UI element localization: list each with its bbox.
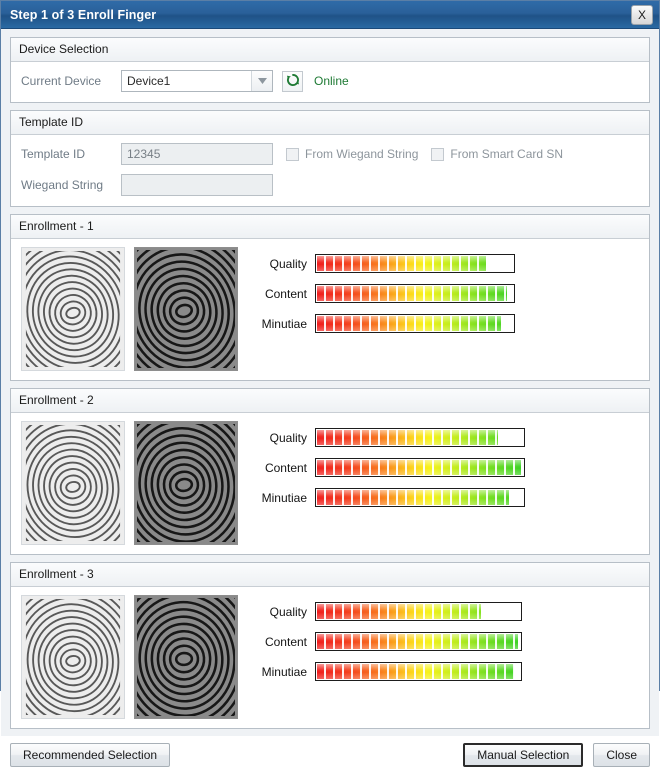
- meter-fill: [317, 490, 509, 505]
- meter-row: Content: [251, 457, 639, 478]
- meter-fill: [317, 316, 502, 331]
- device-selection-body: Current Device Device1 Online: [11, 62, 649, 102]
- template-id-body: Template ID From Wiegand String From Sma…: [11, 135, 649, 206]
- quality-meters: Quality Content Minutiae: [251, 247, 639, 334]
- meter-fill: [317, 604, 482, 619]
- meter-fill: [317, 286, 508, 301]
- meter-row: Content: [251, 631, 639, 652]
- current-device-row: Current Device Device1 Online: [21, 70, 639, 92]
- meter-label: Quality: [269, 430, 307, 445]
- meter-fill: [317, 256, 486, 271]
- meter-row: Content: [251, 283, 639, 304]
- enrollment-group: Enrollment - 2 Quality Content Minutiae: [10, 388, 650, 555]
- meter-row: Quality: [251, 427, 639, 448]
- enrollment-title: Enrollment - 2: [11, 389, 649, 413]
- template-id-label: Template ID: [21, 147, 86, 161]
- wiegand-string-label: Wiegand String: [21, 178, 104, 192]
- from-smartcard-checkbox[interactable]: From Smart Card SN: [431, 147, 563, 161]
- meter-fill: [317, 430, 499, 445]
- enrollment-body: Quality Content Minutiae: [11, 587, 649, 728]
- refresh-device-button[interactable]: [282, 70, 303, 92]
- close-button[interactable]: Close: [593, 743, 650, 767]
- meter-label: Minutiae: [261, 490, 307, 505]
- enrollment-body: Quality Content Minutiae: [11, 413, 649, 554]
- close-window-button[interactable]: X: [631, 4, 653, 25]
- meter-label: Content: [264, 286, 307, 301]
- checkbox-box: [286, 147, 299, 161]
- meter-row: Quality: [251, 253, 639, 274]
- checkbox-box: [431, 147, 445, 161]
- meter-fill: [317, 664, 514, 679]
- template-id-input[interactable]: [121, 143, 273, 165]
- meter-label: Quality: [269, 604, 307, 619]
- meter-track: [315, 458, 525, 477]
- fingerprint-scan-image: [21, 595, 125, 719]
- title-bar: Step 1 of 3 Enroll Finger X: [1, 1, 659, 29]
- meter-fill: [317, 460, 521, 475]
- meter-row: Minutiae: [251, 661, 639, 682]
- meter-label: Minutiae: [261, 316, 307, 331]
- refresh-icon: [286, 73, 300, 90]
- chevron-down-icon: [251, 71, 272, 91]
- template-id-row: Template ID From Wiegand String From Sma…: [21, 143, 639, 165]
- fingerprint-processed-image: [134, 421, 238, 545]
- close-icon: X: [637, 7, 646, 22]
- meter-fill: [317, 634, 518, 649]
- enrollment-body: Quality Content Minutiae: [11, 239, 649, 380]
- device-select-value: Device1: [127, 74, 171, 88]
- from-wiegand-label: From Wiegand String: [305, 147, 419, 161]
- device-selection-title: Device Selection: [11, 38, 649, 62]
- meter-label: Content: [264, 634, 307, 649]
- meter-label: Quality: [269, 256, 307, 271]
- quality-meters: Quality Content Minutiae: [251, 421, 639, 508]
- meter-track: [315, 254, 515, 273]
- meter-track: [315, 488, 525, 507]
- meter-track: [315, 602, 522, 621]
- device-status-text: Online: [314, 74, 349, 88]
- meter-track: [315, 662, 522, 681]
- meter-row: Minutiae: [251, 487, 639, 508]
- quality-meters: Quality Content Minutiae: [251, 595, 639, 682]
- from-wiegand-checkbox[interactable]: From Wiegand String: [286, 147, 418, 161]
- meter-row: Minutiae: [251, 313, 639, 334]
- wiegand-string-row: Wiegand String: [21, 174, 639, 196]
- from-smartcard-label: From Smart Card SN: [450, 147, 564, 161]
- device-selection-group: Device Selection Current Device Device1: [10, 37, 650, 103]
- window-title: Step 1 of 3 Enroll Finger: [10, 7, 157, 22]
- dialog-footer: Recommended Selection Manual Selection C…: [1, 736, 659, 776]
- meter-label: Minutiae: [261, 664, 307, 679]
- meter-row: Quality: [251, 601, 639, 622]
- wiegand-string-input[interactable]: [121, 174, 273, 196]
- template-id-group: Template ID Template ID From Wiegand Str…: [10, 110, 650, 207]
- enroll-finger-dialog: Step 1 of 3 Enroll Finger X Device Selec…: [0, 0, 660, 767]
- enrollment-sections: Enrollment - 1 Quality Content Minutiae Enro…: [10, 214, 650, 736]
- meter-track: [315, 632, 522, 651]
- meter-track: [315, 314, 515, 333]
- recommended-selection-button[interactable]: Recommended Selection: [10, 743, 171, 767]
- fingerprint-processed-image: [134, 247, 238, 371]
- meter-track: [315, 428, 525, 447]
- current-device-label: Current Device: [21, 74, 102, 88]
- meter-label: Content: [264, 460, 307, 475]
- meter-track: [315, 284, 515, 303]
- fingerprint-processed-image: [134, 595, 238, 719]
- dialog-body: Device Selection Current Device Device1: [1, 29, 659, 736]
- fingerprint-scan-image: [21, 247, 125, 371]
- template-id-title: Template ID: [11, 111, 649, 135]
- enrollment-group: Enrollment - 1 Quality Content Minutiae: [10, 214, 650, 381]
- enrollment-group: Enrollment - 3 Quality Content Minutiae: [10, 562, 650, 729]
- enrollment-title: Enrollment - 3: [11, 563, 649, 587]
- manual-selection-button[interactable]: Manual Selection: [463, 743, 584, 767]
- fingerprint-scan-image: [21, 421, 125, 545]
- device-select[interactable]: Device1: [121, 70, 273, 92]
- enrollment-title: Enrollment - 1: [11, 215, 649, 239]
